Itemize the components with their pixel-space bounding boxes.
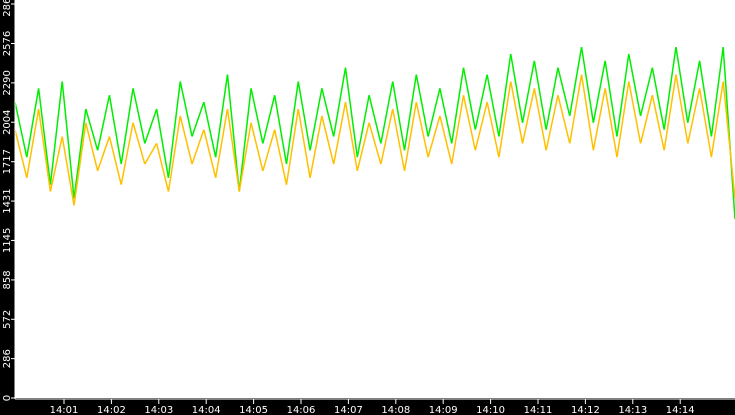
x-tick-label: 14:08 [381, 405, 410, 415]
x-tick-label: 14:05 [239, 405, 268, 415]
x-axis: 14:01 14:02 14:03 14:04 14:05 14:06 14:07 14:08… [15, 398, 735, 415]
x-tick-label: 14:06 [287, 405, 316, 415]
x-tick-label: 14:12 [571, 405, 600, 415]
y-tick-label: 2004 [2, 109, 13, 134]
chart: 0 286 572 858 1145 1431 1717 2004 2290 2576 2863 1… [0, 0, 735, 415]
y-tick-label: 572 [2, 310, 13, 329]
y-tick-label: 286 [2, 349, 13, 368]
x-tick-label: 14:07 [334, 405, 363, 415]
x-tick-label: 14:09 [429, 405, 458, 415]
y-tick-label: 858 [2, 270, 13, 289]
y-tick-label: 1145 [2, 228, 13, 253]
x-tick-label: 14:03 [144, 405, 173, 415]
x-tick-label: 14:13 [618, 405, 647, 415]
chart-svg: 0 286 572 858 1145 1431 1717 2004 2290 2576 2863 1… [2, 0, 735, 415]
x-tick-label: 14:14 [666, 405, 695, 415]
x-tick-label: 14:02 [97, 405, 126, 415]
x-tick-label: 14:04 [192, 405, 221, 415]
y-tick-label: 2290 [2, 70, 13, 95]
plot-area [15, 0, 735, 398]
y-tick-label: 1717 [2, 149, 13, 174]
y-tick-label: 1431 [2, 188, 13, 213]
x-tick-label: 14:01 [50, 405, 79, 415]
y-tick-label: 0 [2, 395, 13, 401]
x-tick-label: 14:11 [524, 405, 553, 415]
y-axis: 0 286 572 858 1145 1431 1717 2004 2290 2576 2863 [2, 0, 16, 401]
y-tick-label: 2863 [2, 0, 13, 17]
y-tick-label: 2576 [2, 31, 13, 56]
x-tick-label: 14:10 [476, 405, 505, 415]
